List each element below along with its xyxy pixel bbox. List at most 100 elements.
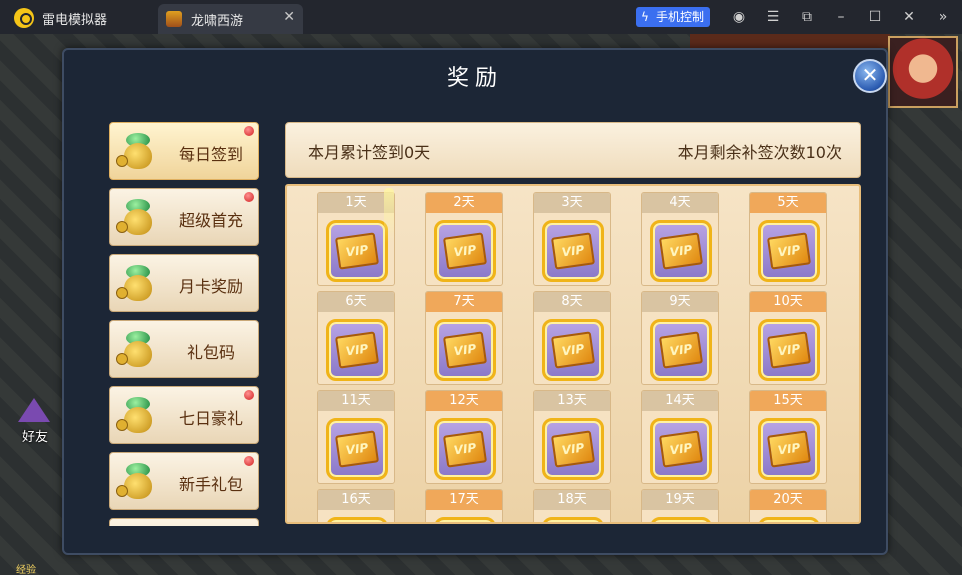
dialog-title: 奖励 <box>446 66 503 91</box>
vip-card-icon: VIP <box>650 319 712 381</box>
day-label: 5天 <box>750 193 826 213</box>
lightning-icon: ϟ <box>641 10 649 24</box>
menu-item[interactable]: 月卡奖励 <box>109 254 259 312</box>
tab-label: 龙啸西游 <box>191 14 244 29</box>
app-title: 雷电模拟器 <box>42 13 108 28</box>
day-reward-card[interactable]: 18天 VIP <box>533 489 611 522</box>
day-label: 1天 <box>318 193 394 213</box>
day-reward-card[interactable]: 16天 VIP <box>317 489 395 522</box>
day-label: 15天 <box>750 391 826 411</box>
day-reward-card[interactable]: 3天 VIP <box>533 192 611 286</box>
restore-icon[interactable]: ⧉ <box>798 8 816 26</box>
vip-card-icon: VIP <box>758 220 820 282</box>
day-reward-card[interactable]: 7天 VIP <box>425 291 503 385</box>
coin-icon <box>116 155 128 167</box>
day-reward-card[interactable]: 10天 VIP <box>749 291 827 385</box>
rewards-dialog: 奖励 ✕ 每日签到 超级首充 月卡奖励 礼包码 七日豪礼 新手礼包 本月累计签到0天 本月… <box>62 48 888 555</box>
menu-item-partial[interactable] <box>109 518 259 526</box>
menu-item[interactable]: 超级首充 <box>109 188 259 246</box>
vip-card-icon: VIP <box>650 220 712 282</box>
reward-menu: 每日签到超级首充月卡奖励礼包码七日豪礼新手礼包 <box>109 122 259 526</box>
money-bag-icon <box>124 341 152 367</box>
day-reward-card[interactable]: 14天 VIP <box>641 390 719 484</box>
vip-ticket-icon: VIP <box>442 232 488 270</box>
vip-card-icon: VIP <box>326 517 388 522</box>
friends-button[interactable]: 好友 <box>12 398 56 445</box>
day-label: 14天 <box>642 391 718 411</box>
reward-bag-icon <box>116 261 160 305</box>
emulator-titlebar: 雷电模拟器 龙啸西游 ✕ ϟ 手机控制 ◉ ☰ ⧉ – ☐ ✕ » <box>0 0 962 34</box>
vip-ticket-icon: VIP <box>658 232 704 270</box>
day-reward-card[interactable]: 6天 VIP <box>317 291 395 385</box>
reward-bag-icon <box>116 393 160 437</box>
notification-dot-icon <box>244 126 254 136</box>
day-reward-card[interactable]: 8天 VIP <box>533 291 611 385</box>
vip-ticket-icon: VIP <box>550 430 596 468</box>
vip-ticket-icon: VIP <box>550 331 596 369</box>
day-reward-card[interactable]: 9天 VIP <box>641 291 719 385</box>
notification-dot-icon <box>244 456 254 466</box>
vip-card-icon: VIP <box>542 319 604 381</box>
day-reward-card[interactable]: 2天 VIP <box>425 192 503 286</box>
vip-card-icon: VIP <box>542 418 604 480</box>
menu-item-label: 超级首充 <box>178 211 243 230</box>
minimize-icon[interactable]: – <box>832 8 850 26</box>
menu-item-label: 礼包码 <box>186 343 235 362</box>
day-label: 4天 <box>642 193 718 213</box>
reward-bag-icon <box>116 459 160 503</box>
day-reward-card[interactable]: 4天 VIP <box>641 192 719 286</box>
day-reward-card[interactable]: 5天 VIP <box>749 192 827 286</box>
money-bag-icon <box>124 407 152 433</box>
vip-ticket-icon: VIP <box>442 331 488 369</box>
day-label: 2天 <box>426 193 502 213</box>
day-reward-card[interactable]: 15天 VIP <box>749 390 827 484</box>
vip-card-icon: VIP <box>434 220 496 282</box>
menu-item[interactable]: 礼包码 <box>109 320 259 378</box>
xp-label: 经验 <box>16 565 36 575</box>
vip-ticket-icon: VIP <box>334 331 380 369</box>
collapse-icon[interactable]: » <box>934 8 952 26</box>
vip-card-icon: VIP <box>326 220 388 282</box>
reward-bag-icon <box>116 327 160 371</box>
menu-item[interactable]: 新手礼包 <box>109 452 259 510</box>
monthly-signin-count: 本月累计签到0天 <box>308 143 431 162</box>
phone-control-button[interactable]: ϟ 手机控制 <box>636 7 711 27</box>
day-reward-card[interactable]: 20天 VIP <box>749 489 827 522</box>
day-label: 12天 <box>426 391 502 411</box>
day-reward-card[interactable]: 13天 VIP <box>533 390 611 484</box>
signin-day-grid: 1天 VIP 2天 VIP 3天 VIP 4天 VIP 5天 VIP 6天 VIP 7天 VIP 8天 VIP… <box>285 184 861 524</box>
maximize-icon[interactable]: ☐ <box>866 8 884 26</box>
menu-item[interactable]: 七日豪礼 <box>109 386 259 444</box>
day-label: 8天 <box>534 292 610 312</box>
menu-icon[interactable]: ☰ <box>764 8 782 26</box>
day-reward-card[interactable]: 19天 VIP <box>641 489 719 522</box>
day-reward-card[interactable]: 12天 VIP <box>425 390 503 484</box>
vip-ticket-icon: VIP <box>442 430 488 468</box>
phone-control-label: 手机控制 <box>656 10 705 24</box>
menu-item[interactable]: 每日签到 <box>109 122 259 180</box>
day-label: 20天 <box>750 490 826 510</box>
vip-card-icon: VIP <box>650 517 712 522</box>
day-reward-card[interactable]: 11天 VIP <box>317 390 395 484</box>
tab-game[interactable]: 龙啸西游 ✕ <box>158 4 303 34</box>
player-avatar[interactable] <box>888 36 958 108</box>
money-bag-icon <box>124 209 152 235</box>
day-label: 7天 <box>426 292 502 312</box>
day-reward-card[interactable]: 17天 VIP <box>425 489 503 522</box>
leidian-logo-icon <box>14 8 34 28</box>
account-icon[interactable]: ◉ <box>730 8 748 26</box>
vip-card-icon: VIP <box>326 418 388 480</box>
vip-ticket-icon: VIP <box>658 430 704 468</box>
tab-close-icon[interactable]: ✕ <box>283 9 295 25</box>
vip-card-icon: VIP <box>542 220 604 282</box>
vip-card-icon: VIP <box>758 517 820 522</box>
day-label: 19天 <box>642 490 718 510</box>
coin-icon <box>116 221 128 233</box>
dialog-close-button[interactable]: ✕ <box>853 59 887 93</box>
vip-ticket-icon: VIP <box>334 430 380 468</box>
day-label: 3天 <box>534 193 610 213</box>
day-label: 13天 <box>534 391 610 411</box>
coin-icon <box>116 419 128 431</box>
close-icon[interactable]: ✕ <box>900 8 918 26</box>
vip-card-icon: VIP <box>758 418 820 480</box>
